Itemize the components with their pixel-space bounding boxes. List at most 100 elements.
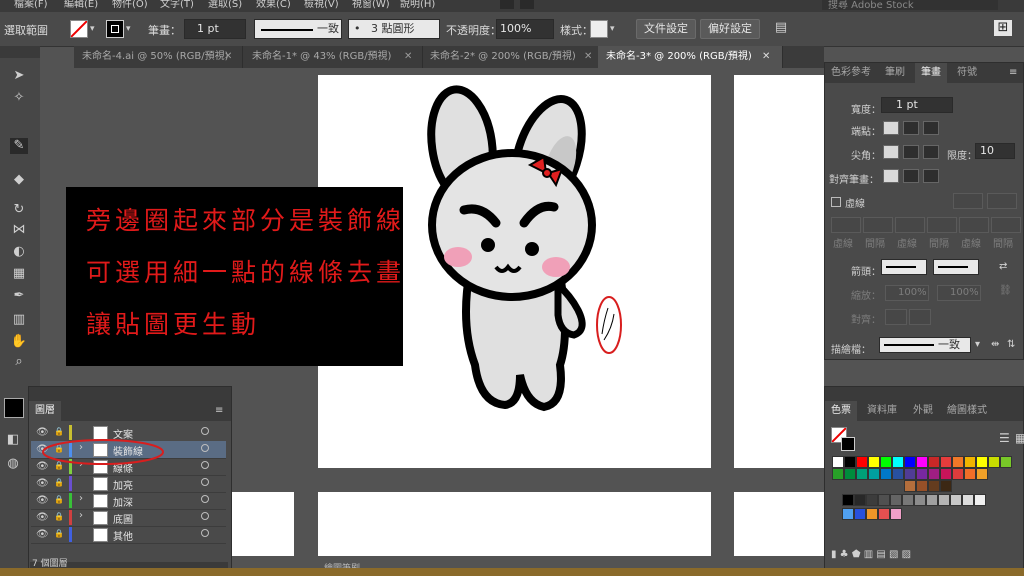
tab-doc-2[interactable]: 未命名-2* @ 200% (RGB/預視)	[422, 46, 603, 68]
color-swatch[interactable]	[916, 480, 928, 492]
layer-row[interactable]: 👁 🔒 › 底圖	[31, 509, 226, 527]
color-swatch[interactable]	[1000, 456, 1012, 468]
start-arrow-select[interactable]	[881, 259, 927, 275]
color-swatch[interactable]	[832, 456, 844, 468]
color-swatch[interactable]	[940, 468, 952, 480]
arrow-tip-place-icon[interactable]	[909, 309, 931, 325]
bevel-join-icon[interactable]	[923, 145, 939, 159]
color-swatch[interactable]	[880, 468, 892, 480]
rotate-icon[interactable]: ↻	[10, 202, 28, 218]
layer-target-icon[interactable]	[201, 444, 209, 452]
layer-row[interactable]: 👁 🔒 其他	[31, 526, 226, 544]
color-swatch[interactable]	[904, 456, 916, 468]
color-swatch[interactable]	[902, 494, 914, 506]
gap-field-1[interactable]	[863, 217, 893, 233]
menu-file[interactable]: 檔案(F)	[14, 0, 48, 10]
tab-doc-3[interactable]: 未命名-3* @ 200% (RGB/預視)	[598, 46, 783, 68]
panel-menu-icon[interactable]: ≡	[1009, 67, 1017, 78]
color-swatch[interactable]	[952, 468, 964, 480]
color-swatch[interactable]	[868, 456, 880, 468]
color-swatch[interactable]	[880, 456, 892, 468]
close-icon[interactable]: ✕	[584, 51, 592, 62]
color-swatch[interactable]	[854, 494, 866, 506]
scale-field-1[interactable]: 100%	[885, 285, 929, 301]
expand-arrow-icon[interactable]: ›	[79, 493, 83, 504]
layer-row[interactable]: 👁 🔒 加亮	[31, 475, 226, 493]
color-swatch[interactable]	[868, 468, 880, 480]
tab-graphic-styles[interactable]: 繪圖樣式	[941, 401, 993, 421]
color-swatch[interactable]	[892, 468, 904, 480]
stroke-dropdown-icon[interactable]: ▾	[126, 24, 131, 34]
color-swatch[interactable]	[914, 494, 926, 506]
color-swatch[interactable]	[904, 480, 916, 492]
style-dropdown-icon[interactable]: ▾	[610, 24, 615, 34]
align-inside-icon[interactable]	[903, 169, 919, 183]
color-swatch[interactable]	[926, 494, 938, 506]
graphic-style-swatch[interactable]	[590, 20, 608, 38]
list-view-icon[interactable]: ☰	[999, 431, 1010, 445]
profile-dropdown-icon[interactable]: ▾	[975, 339, 980, 350]
layer-row[interactable]: 👁 🔒 › 加深	[31, 492, 226, 510]
color-swatch[interactable]	[928, 480, 940, 492]
shape-builder-icon[interactable]: ◐	[10, 244, 28, 260]
end-arrow-select[interactable]	[933, 259, 979, 275]
color-swatch[interactable]	[940, 480, 952, 492]
flip-across-icon[interactable]: ⇹	[991, 339, 999, 350]
lock-icon[interactable]: 🔒	[54, 427, 64, 436]
color-swatch[interactable]	[892, 456, 904, 468]
color-swatch[interactable]	[866, 494, 878, 506]
flip-along-icon[interactable]: ⇅	[1007, 339, 1015, 350]
projecting-cap-icon[interactable]	[923, 121, 939, 135]
dash-align-icon[interactable]	[987, 193, 1017, 209]
round-cap-icon[interactable]	[903, 121, 919, 135]
layer-target-icon[interactable]	[201, 512, 209, 520]
color-swatch[interactable]	[844, 456, 856, 468]
expand-arrow-icon[interactable]: ›	[79, 510, 83, 521]
stroke-weight-field[interactable]: 1 pt	[184, 19, 246, 39]
swap-arrows-icon[interactable]: ⇄	[999, 261, 1007, 272]
weight-field[interactable]: 1 pt	[881, 97, 953, 113]
selection-tool-icon[interactable]: ➤	[10, 68, 28, 84]
color-swatch[interactable]	[856, 456, 868, 468]
menu-select[interactable]: 選取(S)	[208, 0, 242, 10]
variable-width-profile[interactable]: 一致	[254, 19, 342, 39]
butt-cap-icon[interactable]	[883, 121, 899, 135]
menu-view[interactable]: 檢視(V)	[304, 0, 339, 10]
layer-target-icon[interactable]	[201, 427, 209, 435]
graph-icon[interactable]: ▥	[10, 312, 28, 328]
gap-field-3[interactable]	[991, 217, 1021, 233]
color-swatch[interactable]	[832, 468, 844, 480]
color-swatch[interactable]	[890, 494, 902, 506]
color-swatch[interactable]	[938, 494, 950, 506]
visibility-eye-icon[interactable]: 👁	[36, 512, 49, 523]
lock-icon[interactable]: 🔒	[54, 478, 64, 487]
tab-stroke[interactable]: 筆畫	[915, 63, 947, 83]
opacity-field[interactable]: 100%	[496, 19, 554, 39]
panel-menu-icon[interactable]: ≡	[215, 405, 223, 416]
layer-target-icon[interactable]	[201, 495, 209, 503]
align-outside-icon[interactable]	[923, 169, 939, 183]
fill-dropdown-icon[interactable]: ▾	[90, 24, 95, 34]
close-icon[interactable]: ✕	[762, 51, 770, 62]
draw-mode-icon[interactable]: ◍	[4, 456, 22, 472]
limit-field[interactable]: 10	[975, 143, 1015, 159]
stock-search-input[interactable]: 搜尋 Adobe Stock	[822, 0, 998, 11]
color-swatch[interactable]	[940, 456, 952, 468]
color-swatch[interactable]	[854, 508, 866, 520]
visibility-eye-icon[interactable]: 👁	[36, 478, 49, 489]
width-tool-icon[interactable]: ⋈	[10, 222, 28, 238]
document-setup-button[interactable]: 文件設定	[636, 19, 696, 39]
paintbrush-tool-icon[interactable]: ✎	[10, 138, 28, 154]
mesh-icon[interactable]: ▦	[10, 266, 28, 282]
visibility-eye-icon[interactable]: 👁	[36, 495, 49, 506]
tab-appearance[interactable]: 外觀	[907, 401, 939, 421]
fill-swatch[interactable]	[70, 20, 88, 38]
tab-doc-1[interactable]: 未命名-1* @ 43% (RGB/預視)	[244, 46, 423, 68]
color-swatch[interactable]	[988, 456, 1000, 468]
stock-icon[interactable]	[520, 0, 534, 9]
color-swatch[interactable]	[842, 494, 854, 506]
layer-target-icon[interactable]	[201, 529, 209, 537]
eyedropper-icon[interactable]: ✒	[10, 288, 28, 304]
arrow-tip-extend-icon[interactable]	[885, 309, 907, 325]
color-swatch[interactable]	[890, 508, 902, 520]
